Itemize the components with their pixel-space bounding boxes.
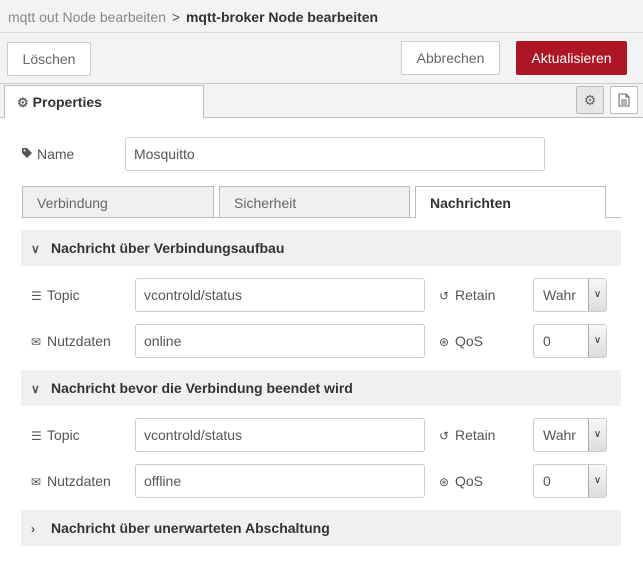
breadcrumb-parent[interactable]: mqtt out Node bearbeiten xyxy=(8,9,166,25)
close-qos-value: 0 xyxy=(543,473,551,489)
tab-properties-label: Properties xyxy=(32,94,102,110)
chevron-down-icon: ∨ xyxy=(31,242,40,256)
node-description-button[interactable] xyxy=(610,86,638,114)
close-retain-label: ↺ Retain xyxy=(439,427,495,443)
document-icon xyxy=(618,93,630,107)
birth-topic-input[interactable]: vcontrold/status xyxy=(135,278,425,312)
birth-qos-value: 0 xyxy=(543,333,551,349)
birth-qos-select[interactable]: 0 ∨ xyxy=(533,324,607,358)
close-payload-input[interactable]: offline xyxy=(135,464,425,498)
section-birth-message[interactable]: ∨ Nachricht über Verbindungsaufbau xyxy=(21,230,621,266)
section-birth-title: Nachricht über Verbindungsaufbau xyxy=(51,240,285,256)
section-will-title: Nachricht über unerwarteten Abschaltung xyxy=(51,520,330,536)
tab-bar: ⚙ Properties ⚙ xyxy=(0,84,643,119)
birth-topic-label: ☰ Topic xyxy=(31,287,80,303)
toolbar: Löschen Abbrechen Aktualisieren xyxy=(0,33,643,84)
birth-retain-value: Wahr xyxy=(543,287,576,303)
history-icon: ↺ xyxy=(439,429,450,443)
cancel-button[interactable]: Abbrechen xyxy=(401,41,500,75)
breadcrumb-current: mqtt-broker Node bearbeiten xyxy=(185,9,379,25)
subtab-nachrichten[interactable]: Nachrichten xyxy=(415,186,606,219)
close-retain-label-text: Retain xyxy=(455,427,496,443)
birth-payload-input[interactable]: online xyxy=(135,324,425,358)
chevron-down-icon: ∨ xyxy=(588,419,606,451)
gear-icon: ⚙ xyxy=(17,95,29,110)
close-payload-label: ✉ Nutzdaten xyxy=(31,473,111,489)
birth-retain-label: ↺ Retain xyxy=(439,287,495,303)
node-settings-button[interactable]: ⚙ xyxy=(576,86,604,114)
close-qos-label-text: QoS xyxy=(455,473,484,489)
chevron-down-icon: ∨ xyxy=(588,325,606,357)
envelope-icon: ✉ xyxy=(31,335,42,349)
section-close-title: Nachricht bevor die Verbindung beendet w… xyxy=(51,380,353,396)
birth-topic-label-text: Topic xyxy=(47,287,80,303)
close-topic-input[interactable]: vcontrold/status xyxy=(135,418,425,452)
close-topic-label: ☰ Topic xyxy=(31,427,80,443)
breadcrumb: mqtt out Node bearbeiten > mqtt-broker N… xyxy=(0,0,643,33)
section-will-message[interactable]: › Nachricht über unerwarteten Abschaltung xyxy=(21,510,621,546)
chevron-down-icon: ∨ xyxy=(588,465,606,497)
close-retain-select[interactable]: Wahr ∨ xyxy=(533,418,607,452)
name-label-text: Name xyxy=(37,146,75,162)
chevron-right-icon: › xyxy=(31,522,35,536)
birth-qos-label-text: QoS xyxy=(455,333,484,349)
subtab-sicherheit[interactable]: Sicherheit xyxy=(219,186,410,218)
birth-payload-label: ✉ Nutzdaten xyxy=(31,333,111,349)
tag-icon xyxy=(21,147,37,162)
birth-payload-label-text: Nutzdaten xyxy=(47,333,111,349)
properties-panel: Name Mosquitto Verbindung Sicherheit Nac… xyxy=(0,118,643,562)
tasks-icon: ☰ xyxy=(31,289,42,303)
name-input[interactable]: Mosquitto xyxy=(125,137,545,171)
chevron-down-icon: ∨ xyxy=(588,279,606,311)
section-close-message[interactable]: ∨ Nachricht bevor die Verbindung beendet … xyxy=(21,370,621,406)
life-ring-icon: ⊛ xyxy=(439,335,450,349)
envelope-icon: ✉ xyxy=(31,475,42,489)
close-qos-label: ⊛ QoS xyxy=(439,473,483,489)
tasks-icon: ☰ xyxy=(31,429,42,443)
subtab-verbindung[interactable]: Verbindung xyxy=(22,186,214,218)
breadcrumb-separator: > xyxy=(171,9,181,25)
update-button[interactable]: Aktualisieren xyxy=(516,41,627,75)
delete-button[interactable]: Löschen xyxy=(7,42,91,76)
close-topic-label-text: Topic xyxy=(47,427,80,443)
birth-retain-label-text: Retain xyxy=(455,287,496,303)
name-label: Name xyxy=(21,146,74,162)
close-payload-label-text: Nutzdaten xyxy=(47,473,111,489)
close-retain-value: Wahr xyxy=(543,427,576,443)
life-ring-icon: ⊛ xyxy=(439,475,450,489)
gear-icon: ⚙ xyxy=(583,92,597,108)
chevron-down-icon: ∨ xyxy=(31,382,40,396)
birth-retain-select[interactable]: Wahr ∨ xyxy=(533,278,607,312)
close-qos-select[interactable]: 0 ∨ xyxy=(533,464,607,498)
birth-qos-label: ⊛ QoS xyxy=(439,333,483,349)
history-icon: ↺ xyxy=(439,289,450,303)
tab-properties[interactable]: ⚙ Properties xyxy=(4,85,204,119)
